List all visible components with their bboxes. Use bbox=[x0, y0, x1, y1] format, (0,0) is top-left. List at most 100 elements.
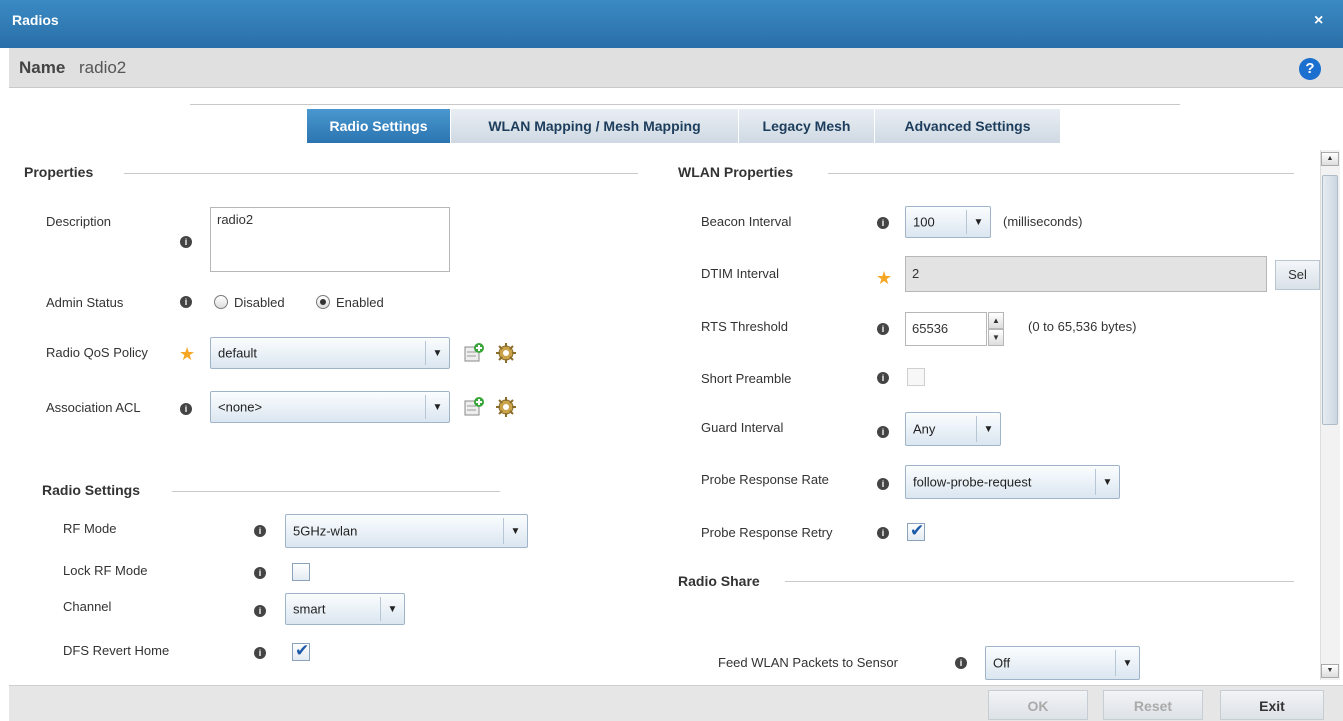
chevron-down-icon: ▼ bbox=[425, 341, 449, 365]
dtim-select-button[interactable]: Sel bbox=[1275, 260, 1320, 290]
description-field[interactable]: radio2 bbox=[210, 207, 450, 272]
short-preamble-label: Short Preamble bbox=[701, 371, 792, 386]
beacon-interval-unit: (milliseconds) bbox=[1003, 214, 1083, 229]
rts-threshold-field[interactable]: 65536 bbox=[905, 312, 987, 346]
radio-share-divider bbox=[785, 581, 1294, 582]
rf-mode-value: 5GHz-wlan bbox=[293, 523, 358, 539]
dfs-revert-home-checkbox[interactable] bbox=[292, 641, 310, 661]
ok-button[interactable]: OK bbox=[988, 690, 1088, 720]
scroll-down-icon[interactable]: ▼ bbox=[1321, 664, 1339, 678]
admin-status-label: Admin Status bbox=[46, 295, 124, 310]
chevron-down-icon: ▼ bbox=[976, 416, 1000, 442]
probe-response-rate-label: Probe Response Rate bbox=[701, 472, 829, 487]
info-icon: i bbox=[877, 527, 889, 539]
info-icon: i bbox=[877, 426, 889, 438]
chevron-down-icon: ▼ bbox=[1115, 650, 1139, 676]
admin-enabled-radio[interactable] bbox=[316, 295, 330, 309]
properties-divider bbox=[124, 173, 638, 174]
feed-wlan-packets-select[interactable]: Off ▼ bbox=[985, 646, 1140, 680]
info-icon: i bbox=[877, 478, 889, 490]
radio-settings-heading: Radio Settings bbox=[42, 482, 141, 498]
spin-up-icon[interactable]: ▲ bbox=[988, 312, 1004, 329]
info-icon: i bbox=[877, 323, 889, 335]
rf-mode-select[interactable]: 5GHz-wlan ▼ bbox=[285, 514, 528, 548]
info-icon: i bbox=[254, 647, 266, 659]
association-acl-label: Association ACL bbox=[46, 400, 141, 415]
tab-divider bbox=[190, 104, 1180, 105]
scroll-up-icon[interactable]: ▲ bbox=[1321, 152, 1339, 166]
wlan-properties-divider bbox=[828, 173, 1294, 174]
info-icon: i bbox=[180, 403, 192, 415]
probe-response-rate-select[interactable]: follow-probe-request ▼ bbox=[905, 465, 1120, 499]
feed-wlan-packets-label: Feed WLAN Packets to Sensor bbox=[718, 655, 898, 670]
create-acl-icon[interactable] bbox=[463, 396, 485, 418]
lock-rf-mode-label: Lock RF Mode bbox=[63, 563, 148, 578]
info-icon: i bbox=[254, 605, 266, 617]
rts-threshold-unit: (0 to 65,536 bytes) bbox=[1028, 319, 1137, 334]
short-preamble-checkbox[interactable] bbox=[907, 368, 925, 386]
rf-mode-label: RF Mode bbox=[63, 521, 117, 536]
qos-policy-label: Radio QoS Policy bbox=[46, 345, 148, 360]
close-icon[interactable]: × bbox=[1314, 12, 1323, 30]
lock-rf-mode-checkbox[interactable] bbox=[292, 563, 310, 581]
probe-response-rate-value: follow-probe-request bbox=[913, 474, 1032, 490]
reset-button[interactable]: Reset bbox=[1103, 690, 1203, 720]
association-acl-value: <none> bbox=[218, 399, 263, 415]
probe-response-retry-checkbox[interactable] bbox=[907, 521, 925, 541]
info-icon: i bbox=[254, 567, 266, 579]
info-icon: i bbox=[955, 657, 967, 669]
guard-interval-select[interactable]: Any ▼ bbox=[905, 412, 1001, 446]
rts-threshold-label: RTS Threshold bbox=[701, 319, 788, 334]
qos-policy-select[interactable]: default ▼ bbox=[210, 337, 450, 369]
chevron-down-icon: ▼ bbox=[503, 518, 527, 544]
edit-policy-gear-icon[interactable] bbox=[495, 342, 517, 364]
radio-settings-divider bbox=[172, 491, 500, 492]
chevron-down-icon: ▼ bbox=[380, 597, 404, 621]
tab-radio-settings[interactable]: Radio Settings bbox=[307, 109, 451, 143]
name-bar: Name radio2 bbox=[9, 48, 1343, 88]
guard-interval-label: Guard Interval bbox=[701, 420, 784, 435]
wlan-properties-heading: WLAN Properties bbox=[678, 164, 794, 180]
info-icon: i bbox=[180, 296, 192, 308]
beacon-interval-value: 100 bbox=[913, 214, 935, 230]
chevron-down-icon: ▼ bbox=[1095, 469, 1119, 495]
beacon-interval-select[interactable]: 100 ▼ bbox=[905, 206, 991, 238]
exit-button[interactable]: Exit bbox=[1220, 690, 1324, 720]
dtim-interval-field[interactable]: 2 bbox=[905, 256, 1267, 292]
name-label: Name bbox=[19, 58, 66, 77]
tab-legacy-mesh[interactable]: Legacy Mesh bbox=[739, 109, 875, 143]
admin-disabled-label: Disabled bbox=[234, 295, 285, 310]
tab-advanced-settings[interactable]: Advanced Settings bbox=[875, 109, 1061, 143]
edit-acl-gear-icon[interactable] bbox=[495, 396, 517, 418]
beacon-interval-label: Beacon Interval bbox=[701, 214, 792, 229]
scrollbar-thumb[interactable] bbox=[1322, 175, 1338, 425]
window-title: Radios bbox=[12, 12, 59, 28]
required-star-icon: ★ bbox=[179, 344, 196, 364]
info-icon: i bbox=[877, 217, 889, 229]
association-acl-select[interactable]: <none> ▼ bbox=[210, 391, 450, 423]
probe-response-retry-label: Probe Response Retry bbox=[701, 525, 833, 540]
create-policy-icon[interactable] bbox=[463, 342, 485, 364]
admin-enabled-label: Enabled bbox=[336, 295, 384, 310]
qos-policy-value: default bbox=[218, 345, 258, 361]
window-title-bar: Radios × bbox=[0, 0, 1343, 48]
chevron-down-icon: ▼ bbox=[966, 210, 990, 234]
help-icon[interactable]: ? bbox=[1299, 58, 1321, 80]
dfs-revert-home-label: DFS Revert Home bbox=[63, 643, 170, 658]
info-icon: i bbox=[877, 372, 889, 384]
tab-wlan-mapping[interactable]: WLAN Mapping / Mesh Mapping bbox=[451, 109, 739, 143]
radio-share-heading: Radio Share bbox=[678, 573, 760, 589]
admin-disabled-radio[interactable] bbox=[214, 295, 228, 309]
spin-down-icon[interactable]: ▼ bbox=[988, 329, 1004, 346]
name-value: radio2 bbox=[79, 58, 127, 77]
feed-wlan-packets-value: Off bbox=[993, 655, 1011, 671]
info-icon: i bbox=[254, 525, 266, 537]
dtim-interval-label: DTIM Interval bbox=[701, 266, 780, 281]
channel-select[interactable]: smart ▼ bbox=[285, 593, 405, 625]
guard-interval-value: Any bbox=[913, 421, 936, 437]
channel-value: smart bbox=[293, 601, 326, 617]
properties-heading: Properties bbox=[24, 164, 94, 180]
description-label: Description bbox=[46, 214, 112, 229]
required-star-icon: ★ bbox=[876, 268, 893, 288]
info-icon: i bbox=[180, 236, 192, 248]
